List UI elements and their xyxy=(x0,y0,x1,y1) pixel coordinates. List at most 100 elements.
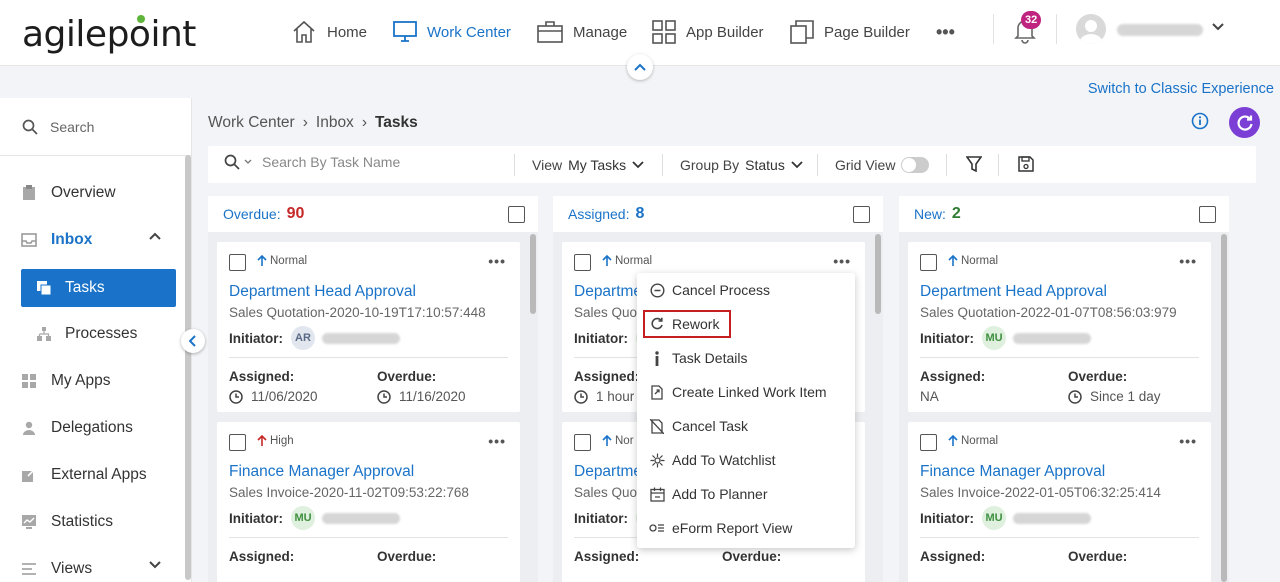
column-scrollbar[interactable] xyxy=(1221,234,1227,582)
nav-manage[interactable]: Manage xyxy=(537,18,627,46)
task-subtitle: Sales Quotation-2020-10-19T17:10:57:448 xyxy=(229,305,486,320)
task-checkbox[interactable] xyxy=(574,434,591,451)
logo-dot xyxy=(137,15,145,23)
initiator-label: Initiator: xyxy=(574,330,628,346)
task-card[interactable]: High ••• Finance Manager Approval Sales … xyxy=(217,422,520,582)
menu-item-label: Add To Planner xyxy=(672,486,768,502)
priority-badge: Normal xyxy=(257,255,307,267)
task-title[interactable]: Department Head Approval xyxy=(229,283,416,301)
grid-view-toggle[interactable] xyxy=(901,157,930,173)
menu-item-cancel-process[interactable]: Cancel Process xyxy=(649,276,849,304)
menu-item-task-details[interactable]: Task Details xyxy=(649,344,849,372)
inbox-icon xyxy=(21,232,37,248)
user-menu-chevron[interactable] xyxy=(1211,22,1225,32)
column-header: New: 2 xyxy=(899,196,1229,232)
refresh-button[interactable] xyxy=(1229,107,1260,138)
logo[interactable]: agilepoint xyxy=(22,14,196,55)
menu-item-eform-report[interactable]: eForm Report View xyxy=(649,514,849,542)
group-by-value: Status xyxy=(745,157,785,173)
initiator-name-redacted xyxy=(1013,512,1091,524)
rework-icon xyxy=(649,316,665,332)
sidebar-collapse-button[interactable] xyxy=(181,329,205,353)
statistics-icon xyxy=(21,514,37,530)
user-name-redacted xyxy=(1117,24,1203,36)
task-title[interactable]: Finance Manager Approval xyxy=(229,463,414,481)
nav-work-center[interactable]: Work Center xyxy=(393,18,511,46)
card-more-button[interactable]: ••• xyxy=(1179,433,1197,449)
menu-item-add-watchlist[interactable]: Add To Watchlist xyxy=(649,446,849,474)
sidebar: Search Overview Inbox Tasks Processes My… xyxy=(0,98,192,582)
menu-item-cancel-task[interactable]: Cancel Task xyxy=(649,412,849,440)
task-checkbox[interactable] xyxy=(920,434,937,451)
filter-button[interactable] xyxy=(966,156,982,172)
cancel-task-icon xyxy=(649,418,665,434)
select-all-checkbox[interactable] xyxy=(853,206,870,223)
task-checkbox[interactable] xyxy=(920,254,937,271)
sidebar-item-delegations[interactable]: Delegations xyxy=(0,408,185,448)
sidebar-item-processes[interactable]: Processes xyxy=(21,315,176,353)
menu-item-rework[interactable]: Rework xyxy=(643,310,731,338)
nav-app-builder-label: App Builder xyxy=(686,23,764,41)
nav-home[interactable]: Home xyxy=(291,18,367,46)
briefcase-icon xyxy=(537,21,563,43)
column-scrollbar[interactable] xyxy=(875,234,881,314)
column-scrollbar[interactable] xyxy=(530,234,536,314)
sidebar-search[interactable]: Search xyxy=(0,98,192,156)
nav-more[interactable]: ••• xyxy=(936,18,955,46)
card-more-button[interactable]: ••• xyxy=(833,253,851,269)
task-search[interactable]: Search By Task Name xyxy=(224,154,400,170)
select-all-checkbox[interactable] xyxy=(508,206,525,223)
pages-icon xyxy=(790,20,814,44)
breadcrumb: Work Center › Inbox › Tasks xyxy=(208,114,418,132)
task-card[interactable]: Normal ••• Department Head Approval Sale… xyxy=(217,242,520,412)
menu-item-create-linked[interactable]: Create Linked Work Item xyxy=(649,378,849,406)
sidebar-item-tasks[interactable]: Tasks xyxy=(21,269,176,307)
hierarchy-icon xyxy=(37,327,51,341)
task-card[interactable]: Normal ••• Finance Manager Approval Sale… xyxy=(908,422,1211,582)
card-more-button[interactable]: ••• xyxy=(488,253,506,269)
task-context-menu: Cancel Process Rework Task Details Creat… xyxy=(637,273,855,548)
nav-page-builder[interactable]: Page Builder xyxy=(790,18,910,46)
view-dropdown[interactable]: View My Tasks xyxy=(532,157,644,173)
task-checkbox[interactable] xyxy=(229,434,246,451)
info-button[interactable] xyxy=(1191,112,1209,130)
sidebar-item-my-apps[interactable]: My Apps xyxy=(0,361,185,401)
card-more-button[interactable]: ••• xyxy=(488,433,506,449)
nav-divider xyxy=(993,14,994,44)
task-title[interactable]: Departme xyxy=(574,283,642,301)
select-all-checkbox[interactable] xyxy=(1199,206,1216,223)
breadcrumb-work-center[interactable]: Work Center xyxy=(208,114,295,132)
menu-item-add-planner[interactable]: Add To Planner xyxy=(649,480,849,508)
task-checkbox[interactable] xyxy=(574,254,591,271)
sidebar-item-statistics[interactable]: Statistics xyxy=(0,502,185,542)
user-avatar[interactable] xyxy=(1076,14,1106,44)
task-checkbox[interactable] xyxy=(229,254,246,271)
chevron-down-icon[interactable] xyxy=(149,561,161,569)
collapse-header-button[interactable] xyxy=(627,54,653,80)
refresh-icon xyxy=(1236,114,1253,131)
sidebar-item-label: Inbox xyxy=(51,231,93,248)
sidebar-item-inbox[interactable]: Inbox xyxy=(0,220,185,260)
sidebar-scrollbar[interactable] xyxy=(185,155,191,580)
sidebar-item-overview[interactable]: Overview xyxy=(0,173,185,213)
priority-label: Normal xyxy=(270,255,308,267)
task-card[interactable]: Normal ••• Department Head Approval Sale… xyxy=(908,242,1211,412)
info-icon xyxy=(649,350,665,366)
group-by-dropdown[interactable]: Group By Status xyxy=(680,157,803,173)
assigned-value: 1 hour xyxy=(574,389,634,404)
sidebar-item-views[interactable]: Views xyxy=(0,549,185,582)
chevron-up-icon[interactable] xyxy=(149,232,161,240)
menu-item-label: Task Details xyxy=(672,350,748,366)
card-more-button[interactable]: ••• xyxy=(1179,253,1197,269)
switch-classic-link[interactable]: Switch to Classic Experience xyxy=(1088,81,1274,97)
task-title[interactable]: Departme xyxy=(574,463,642,481)
task-title[interactable]: Department Head Approval xyxy=(920,283,1107,301)
task-title[interactable]: Finance Manager Approval xyxy=(920,463,1105,481)
nav-app-builder[interactable]: App Builder xyxy=(652,18,764,46)
sidebar-item-external-apps[interactable]: External Apps xyxy=(0,455,185,495)
breadcrumb-inbox[interactable]: Inbox xyxy=(316,114,354,132)
sidebar-item-label: Processes xyxy=(65,325,138,342)
tasks-icon xyxy=(37,281,51,295)
assigned-label: Assigned: xyxy=(574,549,640,564)
save-button[interactable] xyxy=(1018,156,1034,172)
